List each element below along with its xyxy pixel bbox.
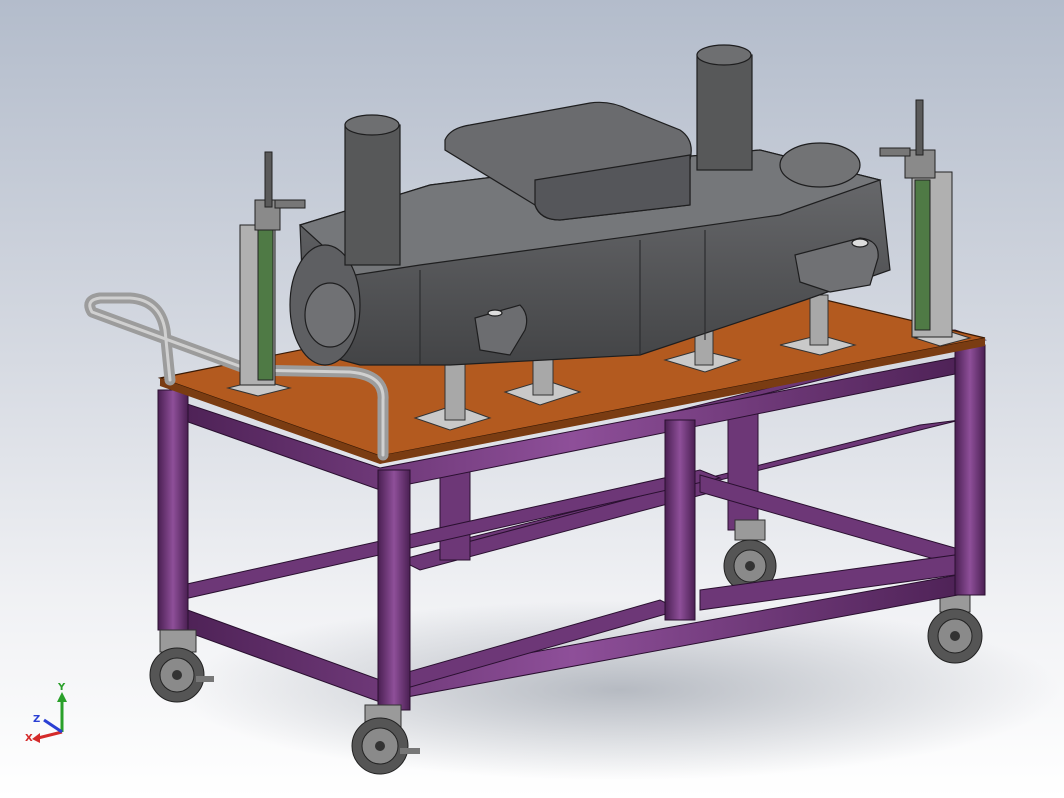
- cad-scene: Y X Z: [25, 44, 1060, 780]
- caster-back-right: [927, 589, 983, 664]
- triad-z-axis: [43, 718, 63, 734]
- view-orientation-triad[interactable]: Y X Z: [25, 682, 67, 744]
- clamp-post-right: [879, 99, 953, 338]
- clamp-post-left: [239, 151, 306, 386]
- triad-x-axis: [37, 730, 63, 740]
- triad-y-label: Y: [57, 682, 66, 693]
- 3d-model-viewport[interactable]: Y X Z: [0, 0, 1064, 798]
- triad-z-label: Z: [33, 714, 40, 725]
- triad-x-label: X: [25, 733, 33, 744]
